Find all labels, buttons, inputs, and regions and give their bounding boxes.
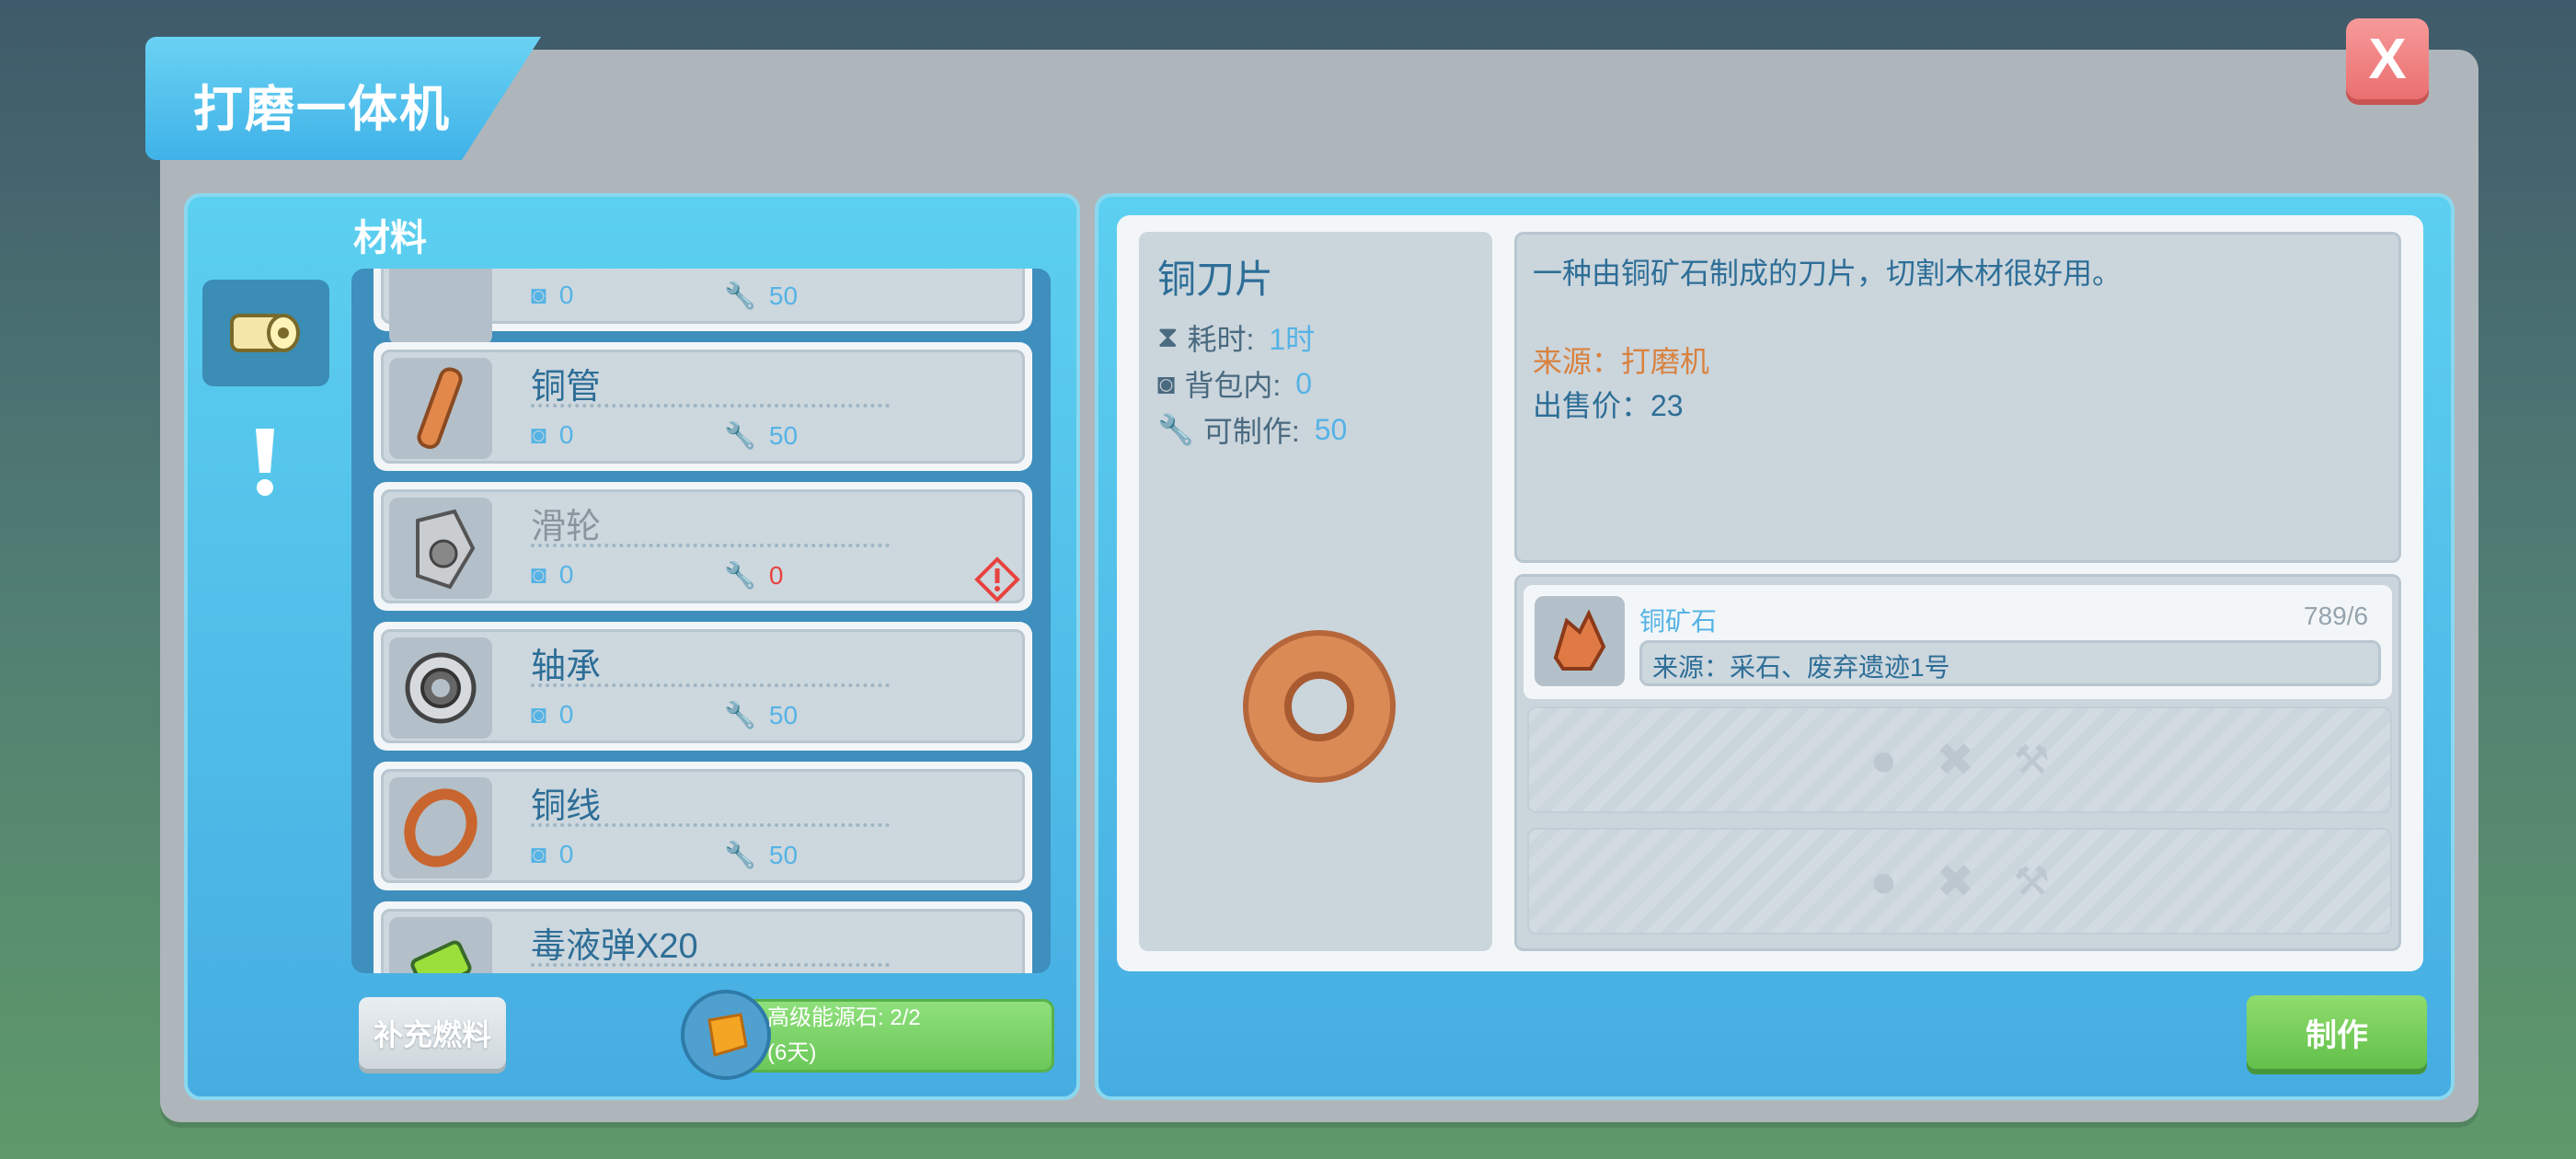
pulley-icon bbox=[389, 498, 492, 599]
warning-icon bbox=[974, 557, 1020, 602]
item-name: 滑轮 bbox=[531, 508, 602, 546]
item-name: 毒液弹X20 bbox=[531, 927, 698, 966]
section-label: 材料 bbox=[353, 218, 427, 258]
item-source: 来源：打磨机 bbox=[1533, 345, 1710, 378]
wrench-icon: 🔧 bbox=[724, 701, 756, 729]
list-item[interactable]: 毒液弹X20 bbox=[374, 901, 1032, 973]
material-count: 789/6 bbox=[2304, 602, 2369, 630]
list-item[interactable]: 铜管 ◙ 0 🔧 50 bbox=[374, 342, 1032, 471]
bag-icon: ◙ bbox=[531, 560, 546, 589]
make-button[interactable]: 制作 bbox=[2247, 995, 2427, 1069]
venom-ammo-icon bbox=[389, 917, 492, 973]
wrench-icon: 🔧 bbox=[1157, 413, 1194, 446]
copper-wire-icon bbox=[389, 777, 492, 878]
list-item[interactable]: ◙ 0 🔧 50 bbox=[374, 269, 1032, 345]
item-name: 铜管 bbox=[531, 368, 602, 407]
apple-icon: ● bbox=[1869, 734, 1898, 786]
material-roll-icon bbox=[230, 314, 300, 352]
energy-status: 高级能源石: 2/2 (6天) bbox=[767, 1005, 921, 1065]
wrench-icon: 🔧 bbox=[724, 421, 756, 450]
wrench-icon: 🔧 bbox=[724, 841, 756, 869]
copper-ore-icon bbox=[1535, 596, 1625, 686]
wrench-icon: ⚒ bbox=[2013, 858, 2050, 904]
refuel-button[interactable]: 补充燃料 bbox=[359, 997, 506, 1069]
energy-stone-icon bbox=[681, 990, 771, 1080]
material-name: 铜矿石 bbox=[1639, 607, 1718, 636]
wrench-icon: 🔧 bbox=[724, 281, 756, 310]
item-price: 出售价：23 bbox=[1533, 389, 1684, 422]
wrench-icon: ⚒ bbox=[2013, 737, 2050, 783]
copper-blade-icon bbox=[1243, 630, 1396, 783]
list-item[interactable]: 轴承 ◙ 0 🔧 50 bbox=[374, 622, 1032, 751]
cross-icon: ✖ bbox=[1936, 855, 1975, 907]
bearing-icon bbox=[389, 637, 492, 739]
detail-item-name: 铜刀片 bbox=[1157, 258, 1274, 301]
bag-icon: ◙ bbox=[531, 700, 546, 729]
bag-icon: ◙ bbox=[531, 281, 546, 309]
close-icon: X bbox=[2368, 27, 2407, 91]
item-description: 一种由铜矿石制成的刀片，切割木材很好用。 bbox=[1533, 257, 2122, 290]
close-button[interactable]: X bbox=[2346, 18, 2429, 99]
material-source: 来源：采石、废弃遗迹1号 bbox=[1652, 653, 1950, 682]
tab-alerts[interactable] bbox=[239, 425, 291, 499]
exclamation-icon bbox=[256, 429, 274, 496]
item-name: 铜线 bbox=[531, 787, 602, 826]
empty-material-slot: ● ✖ ⚒ bbox=[1527, 828, 2392, 935]
wrench-icon: 🔧 bbox=[724, 561, 756, 590]
window-title: 打磨一体机 bbox=[193, 82, 451, 137]
bag-icon: ◙ bbox=[531, 840, 546, 868]
tab-materials[interactable] bbox=[202, 280, 329, 386]
list-item[interactable]: 滑轮 ◙ 0 🔧 0 bbox=[374, 482, 1032, 611]
item-icon bbox=[389, 269, 492, 345]
cross-icon: ✖ bbox=[1936, 734, 1975, 786]
material-list[interactable]: ◙ 0 🔧 50 铜管 ◙ 0 🔧 50 滑轮 ◙ 0 🔧 0 轴承 ◙ 0 🔧… bbox=[351, 269, 1051, 973]
bag-icon: ◙ bbox=[531, 420, 546, 449]
apple-icon: ● bbox=[1869, 855, 1898, 907]
empty-material-slot: ● ✖ ⚒ bbox=[1527, 706, 2392, 813]
list-item[interactable]: 铜线 ◙ 0 🔧 50 bbox=[374, 762, 1032, 890]
copper-pipe-icon bbox=[389, 358, 492, 459]
bag-icon: ◙ bbox=[1157, 366, 1176, 400]
item-name: 轴承 bbox=[531, 648, 602, 686]
hourglass-icon: ⧗ bbox=[1157, 320, 1179, 353]
